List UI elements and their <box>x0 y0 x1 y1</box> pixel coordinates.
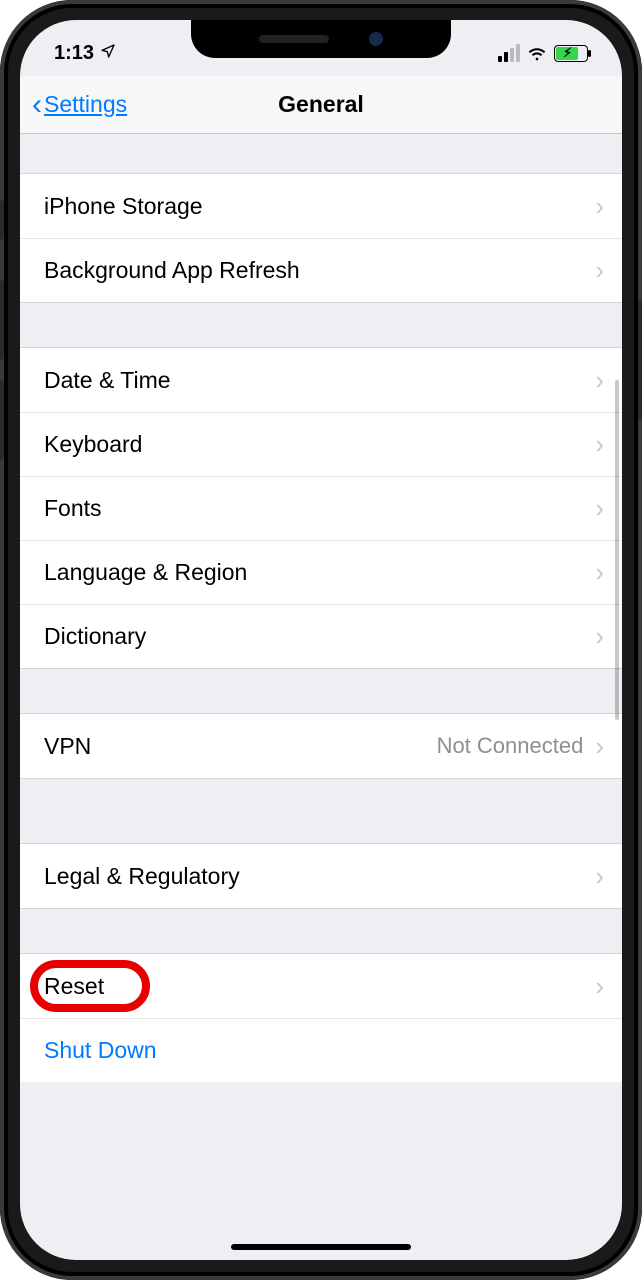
row-label: VPN <box>44 733 437 760</box>
section: Legal & Regulatory › <box>20 844 622 908</box>
status-right: ⚡︎ <box>498 32 588 64</box>
row-label: Fonts <box>44 495 583 522</box>
clock-label: 1:13 <box>54 42 94 65</box>
chevron-right-icon: › <box>595 861 604 892</box>
speaker-grille <box>259 35 329 43</box>
notch <box>191 20 451 58</box>
cellular-signal-icon <box>498 44 520 62</box>
screen: 1:13 ⚡︎ ‹ Sett <box>20 20 622 1260</box>
back-label: Settings <box>44 91 127 118</box>
row-legal-regulatory[interactable]: Legal & Regulatory › <box>20 844 622 908</box>
row-iphone-storage[interactable]: iPhone Storage › <box>20 174 622 238</box>
volume-up-button <box>0 280 4 360</box>
row-reset[interactable]: Reset › <box>20 954 622 1018</box>
chevron-right-icon: › <box>595 493 604 524</box>
row-label: Shut Down <box>44 1037 604 1064</box>
row-label: Reset <box>44 973 583 1000</box>
row-shut-down[interactable]: Shut Down <box>20 1018 622 1082</box>
back-button[interactable]: ‹ Settings <box>32 76 127 133</box>
row-fonts[interactable]: Fonts › <box>20 476 622 540</box>
chevron-right-icon: › <box>595 557 604 588</box>
row-label: Language & Region <box>44 559 583 586</box>
wifi-icon <box>526 42 548 64</box>
scroll-indicator <box>615 380 619 720</box>
section: Reset › Shut Down <box>20 954 622 1082</box>
chevron-right-icon: › <box>595 365 604 396</box>
page-title: General <box>278 91 364 118</box>
row-language-region[interactable]: Language & Region › <box>20 540 622 604</box>
row-label: Date & Time <box>44 367 583 394</box>
chevron-right-icon: › <box>595 191 604 222</box>
section-gap <box>20 134 622 174</box>
section-gap <box>20 668 622 714</box>
chevron-right-icon: › <box>595 429 604 460</box>
row-label: iPhone Storage <box>44 193 583 220</box>
status-left: 1:13 <box>54 32 116 65</box>
section-gap <box>20 908 622 954</box>
row-date-time[interactable]: Date & Time › <box>20 348 622 412</box>
row-label: Legal & Regulatory <box>44 863 583 890</box>
section: Date & Time›Keyboard›Fonts›Language & Re… <box>20 348 622 668</box>
row-value: Not Connected <box>437 733 584 759</box>
volume-down-button <box>0 380 4 460</box>
phone-frame: 1:13 ⚡︎ ‹ Sett <box>0 0 642 1280</box>
nav-header: ‹ Settings General <box>20 76 622 134</box>
row-background-app-refresh[interactable]: Background App Refresh › <box>20 238 622 302</box>
mute-switch <box>0 200 4 240</box>
chevron-right-icon: › <box>595 731 604 762</box>
chevron-left-icon: ‹ <box>32 90 42 120</box>
section-gap <box>20 302 622 348</box>
chevron-right-icon: › <box>595 255 604 286</box>
power-button <box>638 300 642 420</box>
section-gap <box>20 778 622 844</box>
row-vpn[interactable]: VPNNot Connected › <box>20 714 622 778</box>
row-label: Dictionary <box>44 623 583 650</box>
front-camera <box>369 32 383 46</box>
settings-list[interactable]: iPhone Storage›Background App Refresh›Da… <box>20 134 622 1082</box>
row-label: Keyboard <box>44 431 583 458</box>
row-keyboard[interactable]: Keyboard › <box>20 412 622 476</box>
section: VPNNot Connected › <box>20 714 622 778</box>
row-label: Background App Refresh <box>44 257 583 284</box>
section: iPhone Storage › Background App Refresh › <box>20 174 622 302</box>
chevron-right-icon: › <box>595 971 604 1002</box>
row-dictionary[interactable]: Dictionary › <box>20 604 622 668</box>
battery-icon: ⚡︎ <box>554 45 588 62</box>
chevron-right-icon: › <box>595 621 604 652</box>
location-arrow-icon <box>100 42 116 65</box>
home-indicator[interactable] <box>231 1244 411 1250</box>
